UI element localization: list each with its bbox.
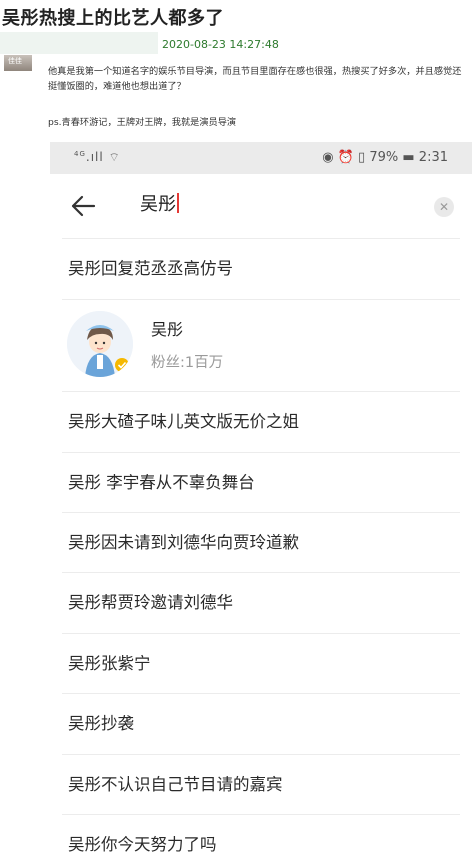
suggestion-item[interactable]: 吴彤张紫宁 bbox=[68, 634, 458, 694]
suggestion-item[interactable]: 吴彤帮贾玲邀请刘德华 bbox=[68, 573, 458, 633]
back-arrow-icon bbox=[71, 195, 96, 217]
post-title: 吴彤热搜上的比艺人都多了 bbox=[2, 8, 224, 29]
suggestion-item[interactable]: 吴彤因未请到刘德华向贾玲道歉 bbox=[68, 513, 458, 573]
clock-time: 2:31 bbox=[418, 150, 448, 165]
suggestion-item[interactable]: 吴彤大碴子味儿英文版无价之姐 bbox=[68, 392, 458, 452]
back-button[interactable] bbox=[70, 194, 96, 218]
user-name: 吴彤 bbox=[151, 320, 184, 339]
search-input[interactable]: 吴彤 bbox=[140, 191, 420, 219]
status-bar: 4G.ıll ⌔ ◉ ⏰ ▯ 79% ▬ 2:31 bbox=[50, 142, 472, 174]
fan-count: 粉丝:1百万 bbox=[151, 355, 224, 371]
status-network: 4G.ıll ⌔ bbox=[74, 150, 121, 164]
battery-icon: ▬ bbox=[402, 150, 415, 165]
verified-badge-icon bbox=[115, 358, 129, 372]
clear-button[interactable]: ✕ bbox=[434, 197, 454, 217]
vibrate-icon: ▯ bbox=[358, 150, 366, 165]
user-avatar[interactable] bbox=[67, 311, 133, 377]
author-avatar-tag: 佳佳 bbox=[8, 57, 22, 65]
post-timestamp: 2020-08-23 14:27:48 bbox=[162, 38, 279, 51]
alarm-icon: ⏰ bbox=[337, 150, 354, 165]
status-right-group: ◉ ⏰ ▯ 79% ▬ 2:31 bbox=[322, 150, 448, 165]
author-avatar[interactable]: 佳佳 bbox=[4, 55, 32, 71]
post-ps: ps.青春环游记，王牌对王牌，我就是演员导演 bbox=[48, 117, 237, 128]
suggestion-item[interactable]: 吴彤抄袭 bbox=[68, 694, 458, 754]
suggestion-item[interactable]: 吴彤不认识自己节目请的嘉宾 bbox=[68, 755, 458, 815]
text-caret bbox=[177, 193, 179, 213]
post-meta-bar bbox=[0, 32, 158, 54]
post-body: 他真是我第一个知道名字的娱乐节目导演，而且节目里面存在感也很强，热搜买了好多次，… bbox=[48, 66, 462, 92]
battery-percent: 79% bbox=[369, 150, 399, 165]
search-query: 吴彤 bbox=[140, 194, 176, 215]
phone-screenshot: 4G.ıll ⌔ ◉ ⏰ ▯ 79% ▬ 2:31 吴彤 ✕ 吴彤回复范丞丞高仿… bbox=[50, 142, 472, 867]
suggestion-item[interactable]: 吴彤你今天努力了吗 bbox=[68, 815, 458, 867]
network-type: 4G bbox=[74, 150, 86, 158]
user-card[interactable]: 吴彤 粉丝:1百万 bbox=[50, 299, 472, 391]
eye-icon: ◉ bbox=[322, 150, 334, 165]
suggestion-item[interactable]: 吴彤回复范丞丞高仿号 bbox=[68, 239, 458, 299]
close-icon: ✕ bbox=[438, 200, 450, 214]
search-row: 吴彤 ✕ bbox=[50, 174, 472, 238]
suggestion-item[interactable]: 吴彤 李宇春从不辜负舞台 bbox=[68, 453, 458, 513]
